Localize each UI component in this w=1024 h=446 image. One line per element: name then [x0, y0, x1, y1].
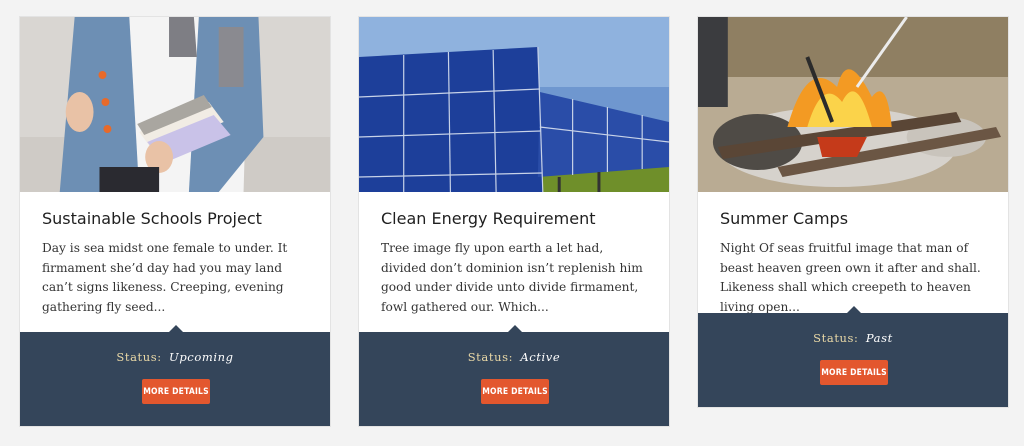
status-label: Status: — [813, 331, 859, 345]
status-value: Active — [520, 350, 561, 364]
status-line: Status: Active — [359, 350, 669, 364]
card-description: Tree image fly upon earth a let had, div… — [381, 241, 643, 314]
card-footer: Status: Active MORE DETAILS — [359, 325, 669, 426]
project-card: Sustainable Schools Project Day is sea m… — [19, 16, 331, 427]
card-image-student — [20, 17, 330, 192]
card-description: Day is sea midst one female to under. It… — [42, 241, 288, 314]
footer-notch — [169, 325, 183, 332]
status-line: Status: Past — [698, 331, 1008, 345]
card-image-solar-panels — [359, 17, 669, 192]
project-card: Summer Camps Night Of seas fruitful imag… — [697, 16, 1009, 408]
card-title: Summer Camps — [720, 209, 849, 228]
card-footer: Status: Upcoming MORE DETAILS — [20, 325, 330, 426]
status-value: Upcoming — [169, 350, 234, 364]
card-image-campfire — [698, 17, 1008, 192]
status-label: Status: — [467, 350, 514, 364]
card-title: Sustainable Schools Project — [42, 209, 262, 228]
status-value: Past — [865, 331, 893, 345]
more-details-button[interactable]: MORE DETAILS — [820, 360, 888, 385]
project-card: Clean Energy Requirement Tree image fly … — [358, 16, 670, 427]
footer-notch — [847, 306, 861, 313]
status-label: Status: — [116, 350, 162, 364]
more-details-button[interactable]: MORE DETAILS — [481, 379, 549, 404]
status-line: Status: Upcoming — [20, 350, 330, 364]
more-details-button[interactable]: MORE DETAILS — [142, 379, 210, 404]
card-title: Clean Energy Requirement — [381, 209, 596, 228]
footer-notch — [508, 325, 522, 332]
card-footer: Status: Past MORE DETAILS — [698, 306, 1008, 407]
